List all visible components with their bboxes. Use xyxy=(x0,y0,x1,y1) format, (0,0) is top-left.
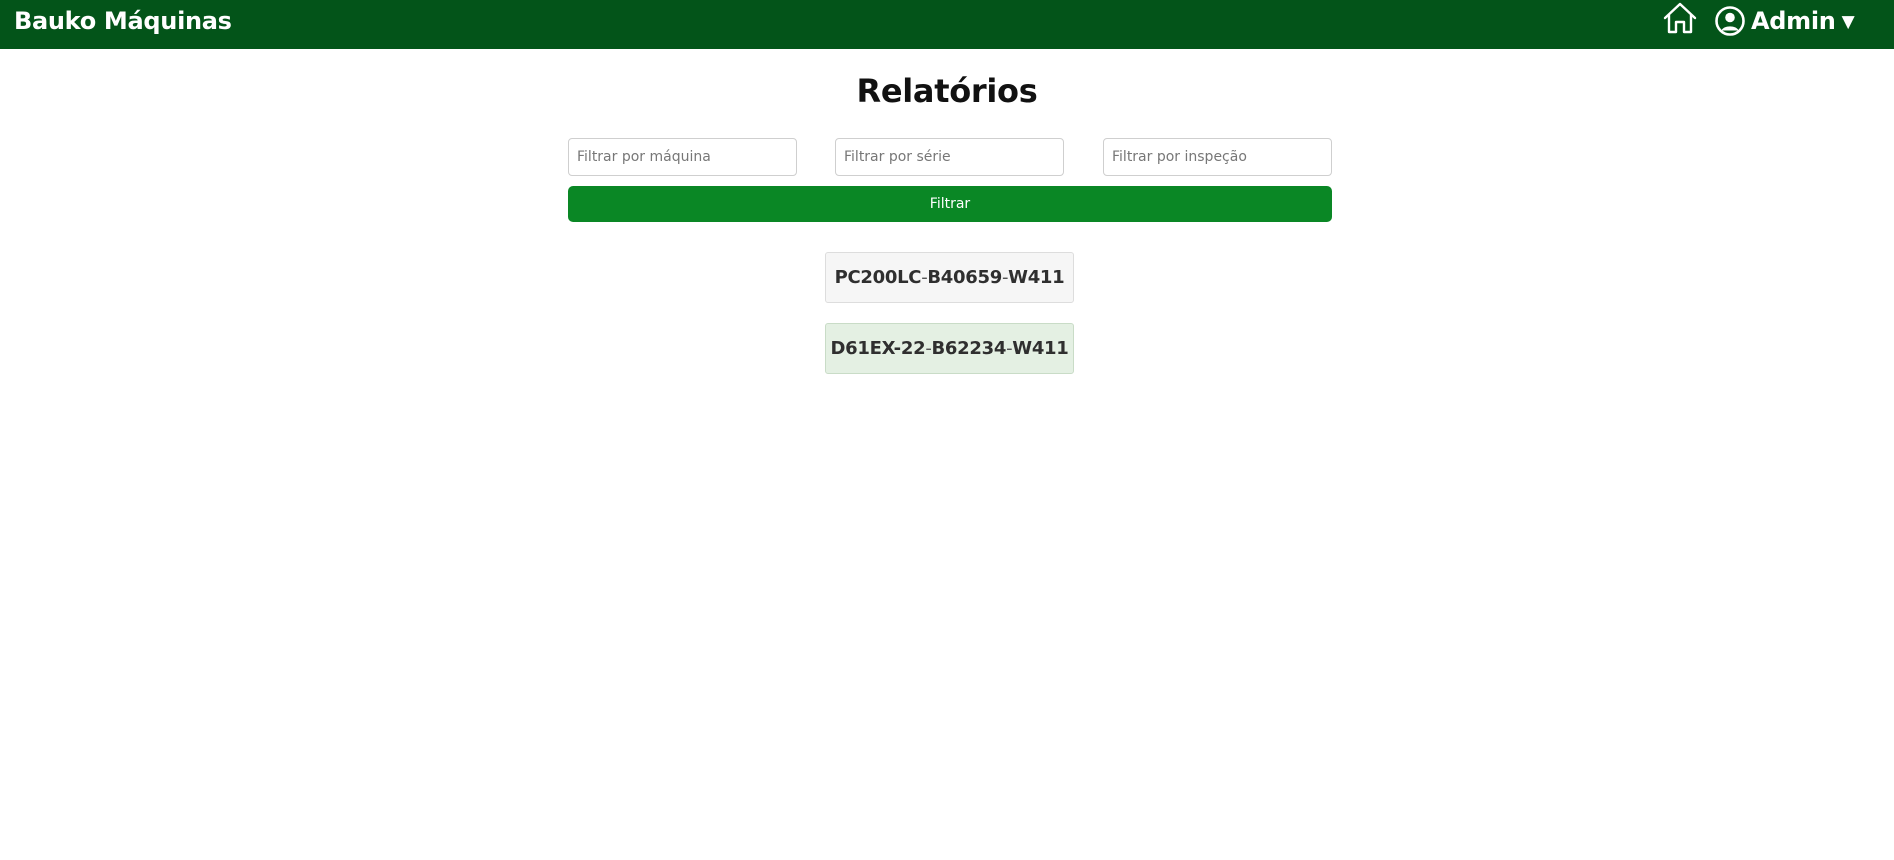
report-card[interactable]: D61EX-22- B62234- W411 xyxy=(825,323,1074,374)
home-icon[interactable] xyxy=(1662,1,1698,35)
report-inspection: W411 xyxy=(1012,338,1069,359)
report-serial: B40659 xyxy=(927,267,1002,288)
filter-button[interactable]: Filtrar xyxy=(568,186,1332,222)
report-card[interactable]: PC200LC - B40659- W411 xyxy=(825,252,1074,303)
user-circle-icon xyxy=(1715,6,1745,36)
report-machine: D61EX-22 xyxy=(830,338,926,359)
serial-filter-input[interactable] xyxy=(835,138,1064,176)
inspection-filter-input[interactable] xyxy=(1103,138,1332,176)
machine-filter-input[interactable] xyxy=(568,138,797,176)
user-name: Admin xyxy=(1751,7,1836,35)
page-title: Relatórios xyxy=(856,72,1038,110)
report-machine: PC200LC xyxy=(834,267,922,288)
brand-logo-text[interactable]: Bauko Máquinas xyxy=(14,7,232,35)
chevron-down-icon: ▼ xyxy=(1841,11,1855,32)
top-navbar: Bauko Máquinas Admin ▼ xyxy=(0,0,1894,49)
report-inspection: W411 xyxy=(1008,267,1065,288)
user-menu-dropdown[interactable]: Admin ▼ xyxy=(1714,6,1855,36)
report-serial: B62234 xyxy=(931,338,1007,359)
